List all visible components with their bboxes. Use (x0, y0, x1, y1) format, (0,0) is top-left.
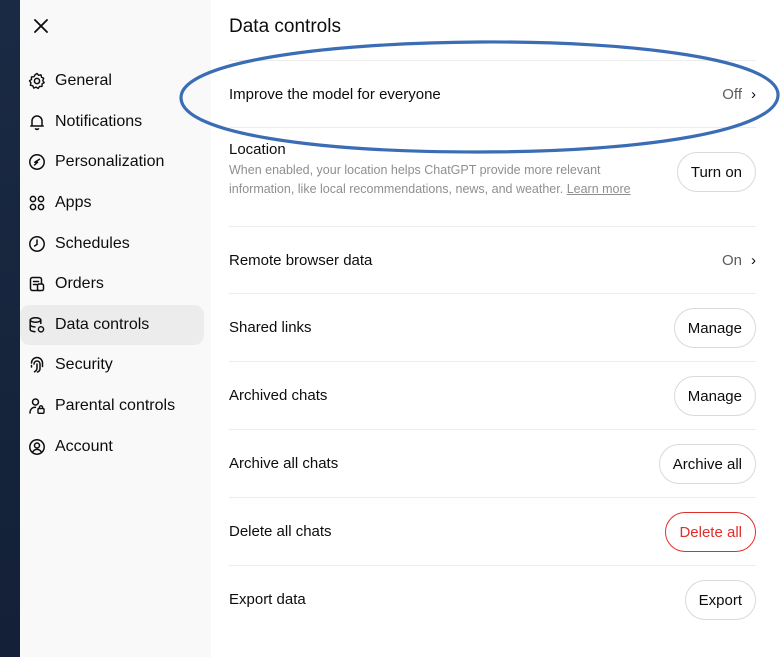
sidebar-item-personalization[interactable]: Personalization (20, 142, 204, 183)
location-description: When enabled, your location helps ChatGP… (229, 163, 631, 196)
database-icon (28, 316, 46, 334)
apps-grid-icon (28, 194, 46, 212)
sidebar-item-notifications[interactable]: Notifications (20, 102, 204, 143)
remote-browser-label: Remote browser data (229, 251, 373, 269)
archive-all-button[interactable]: Archive all (658, 443, 756, 484)
bell-icon (28, 113, 46, 131)
account-icon (28, 438, 46, 456)
location-label: Location (229, 141, 286, 158)
remote-browser-status: On (721, 251, 742, 269)
learn-more-link[interactable]: Learn more (567, 182, 631, 196)
sidebar-item-label: Parental controls (55, 397, 176, 415)
sidebar-item-schedules[interactable]: Schedules (20, 223, 204, 264)
delete-all-row: Delete all chats Delete all (229, 497, 756, 565)
orders-icon (28, 275, 46, 293)
export-data-row: Export data Export (229, 565, 756, 633)
sidebar-item-label: Orders (55, 275, 104, 293)
sidebar-item-label: Apps (55, 194, 92, 212)
shared-links-manage-button[interactable]: Manage (673, 307, 756, 348)
page-title: Data controls (229, 16, 341, 37)
chevron-right-icon: › (751, 85, 756, 103)
remote-browser-value[interactable]: On › (722, 252, 756, 269)
improve-model-row[interactable]: Improve the model for everyone Off › (229, 60, 756, 127)
improve-model-label: Improve the model for everyone (229, 85, 441, 103)
clock-icon (28, 235, 46, 253)
shared-links-row: Shared links Manage (229, 293, 756, 361)
settings-content: Data controls Improve the model for ever… (211, 0, 780, 657)
delete-all-label: Delete all chats (229, 523, 332, 540)
sidebar-item-parental-controls[interactable]: Parental controls (20, 386, 204, 427)
close-button[interactable] (30, 15, 52, 37)
archived-chats-row: Archived chats Manage (229, 361, 756, 429)
archived-chats-manage-button[interactable]: Manage (673, 375, 756, 416)
improve-model-status: Off (722, 85, 742, 103)
sidebar-item-apps[interactable]: Apps (20, 183, 204, 224)
sidebar-item-general[interactable]: General (20, 61, 204, 102)
sidebar-item-label: Personalization (55, 153, 165, 171)
archive-all-label: Archive all chats (229, 455, 339, 472)
delete-all-button[interactable]: Delete all (665, 511, 756, 552)
sidebar-item-label: Security (55, 356, 113, 374)
settings-sidebar: General Notifications Personalization Ap… (20, 0, 211, 657)
close-icon (34, 19, 48, 33)
sidebar-item-account[interactable]: Account (20, 426, 204, 467)
fingerprint-icon (28, 356, 46, 374)
gear-icon (28, 72, 46, 90)
parental-icon (28, 397, 46, 415)
location-turn-on-button[interactable]: Turn on (676, 152, 756, 192)
sidebar-item-label: General (55, 72, 112, 90)
improve-model-value[interactable]: Off › (722, 86, 756, 103)
settings-nav: General Notifications Personalization Ap… (20, 61, 211, 467)
sidebar-item-label: Notifications (55, 112, 143, 130)
remote-browser-row[interactable]: Remote browser data On › (229, 226, 756, 293)
sidebar-item-label: Schedules (55, 234, 130, 252)
sidebar-item-orders[interactable]: Orders (20, 264, 204, 305)
sidebar-item-data-controls[interactable]: Data controls (20, 304, 204, 346)
personalization-icon (28, 153, 46, 171)
location-text: Location When enabled, your location hel… (229, 141, 657, 199)
sidebar-item-label: Data controls (55, 315, 150, 333)
location-row: Location When enabled, your location hel… (229, 127, 756, 226)
export-data-label: Export data (229, 591, 306, 608)
settings-dialog: General Notifications Personalization Ap… (20, 0, 780, 657)
chevron-right-icon: › (751, 251, 756, 269)
archived-chats-label: Archived chats (229, 387, 328, 404)
sidebar-item-label: Account (55, 437, 113, 455)
export-button[interactable]: Export (684, 579, 756, 620)
archive-all-row: Archive all chats Archive all (229, 429, 756, 497)
shared-links-label: Shared links (229, 319, 312, 336)
sidebar-item-security[interactable]: Security (20, 345, 204, 386)
